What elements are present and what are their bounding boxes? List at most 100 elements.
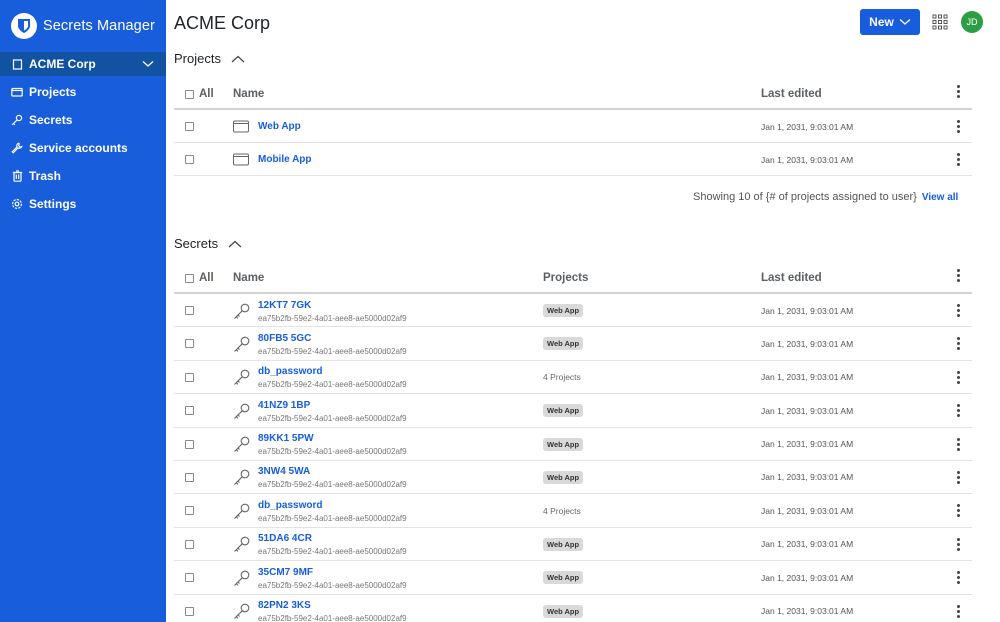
project-badge[interactable]: Web App <box>543 470 584 484</box>
table-row[interactable]: 41NZ9 1BP ea75b2fb-59e2-4a01-aee8-ae5000… <box>174 394 972 428</box>
table-row[interactable]: db_password ea75b2fb-59e2-4a01-aee8-ae50… <box>174 494 972 528</box>
row-menu-icon[interactable] <box>956 370 960 384</box>
projects-section-toggle[interactable]: Projects <box>174 51 245 66</box>
sidebar-item-projects[interactable]: Projects <box>0 78 166 106</box>
secret-name-link[interactable]: db_password <box>258 500 322 511</box>
project-badge[interactable]: Web App <box>543 537 584 551</box>
secret-name-link[interactable]: 89KK1 5PW <box>258 433 314 444</box>
row-menu-icon[interactable] <box>956 470 960 484</box>
wrench-icon <box>11 142 23 154</box>
project-count: 4 Projects <box>543 505 581 516</box>
row-menu-icon[interactable] <box>956 304 960 317</box>
row-checkbox[interactable] <box>185 573 194 583</box>
secret-id: ea75b2fb-59e2-4a01-aee8-ae5000d02af9 <box>258 580 407 590</box>
secret-id: ea75b2fb-59e2-4a01-aee8-ae5000d02af9 <box>258 380 407 390</box>
table-row[interactable]: 51DA6 4CR ea75b2fb-59e2-4a01-aee8-ae5000… <box>174 528 972 562</box>
row-menu-icon[interactable] <box>956 120 960 133</box>
gear-icon <box>11 198 23 210</box>
secrets-header-menu-icon[interactable] <box>956 269 960 282</box>
row-checkbox[interactable] <box>185 372 194 382</box>
table-row[interactable]: 12KT7 7GK ea75b2fb-59e2-4a01-aee8-ae5000… <box>174 294 972 328</box>
table-row[interactable]: Mobile App Jan 1, 2031, 9:03:01 AM <box>174 143 972 176</box>
project-name-link[interactable]: Mobile App <box>258 143 312 176</box>
row-menu-icon[interactable] <box>956 504 960 518</box>
row-checkbox[interactable] <box>185 406 194 416</box>
row-checkbox[interactable] <box>185 506 194 516</box>
select-all-checkbox[interactable] <box>185 89 194 99</box>
secrets-table-header: All Name Projects Last edited <box>174 262 972 294</box>
project-badge[interactable]: Web App <box>543 404 584 418</box>
row-menu-icon[interactable] <box>956 537 960 551</box>
project-badge[interactable]: Web App <box>543 437 584 451</box>
sidebar-item-service-accounts[interactable]: Service accounts <box>0 134 166 162</box>
column-last-edited[interactable]: Last edited <box>761 78 822 110</box>
table-row[interactable]: Web App Jan 1, 2031, 9:03:01 AM <box>174 110 972 143</box>
view-all-link[interactable]: View all <box>922 192 959 203</box>
project-badge[interactable]: Web App <box>543 571 584 585</box>
secrets-section-toggle[interactable]: Secrets <box>174 236 242 251</box>
column-name[interactable]: Name <box>233 262 264 294</box>
row-checkbox[interactable] <box>185 472 194 482</box>
showing-text: Showing 10 of {# of projects assigned to… <box>693 191 917 203</box>
row-menu-icon[interactable] <box>956 571 960 585</box>
secret-name-link[interactable]: 80FB5 5GC <box>258 333 311 344</box>
select-all[interactable]: All <box>185 78 214 110</box>
table-row[interactable]: 89KK1 5PW ea75b2fb-59e2-4a01-aee8-ae5000… <box>174 428 972 461</box>
row-menu-icon[interactable] <box>956 604 960 618</box>
last-edited-date: Jan 1, 2031, 9:03:01 AM <box>761 472 854 483</box>
secret-name-link[interactable]: db_password <box>258 366 322 377</box>
row-checkbox[interactable] <box>185 439 194 449</box>
row-menu-icon[interactable] <box>956 437 960 451</box>
project-badge[interactable]: Web App <box>543 337 584 351</box>
key-icon <box>233 361 251 394</box>
column-last-edited[interactable]: Last edited <box>761 262 822 294</box>
project-name-link[interactable]: Web App <box>258 110 301 143</box>
secret-name-link[interactable]: 41NZ9 1BP <box>258 400 310 411</box>
sidebar-item-label: Trash <box>29 169 62 183</box>
project-count: 4 Projects <box>543 372 581 383</box>
table-row[interactable]: db_password ea75b2fb-59e2-4a01-aee8-ae50… <box>174 361 972 395</box>
secret-name-link[interactable]: 3NW4 5WA <box>258 466 310 477</box>
select-all-checkbox[interactable] <box>185 273 194 283</box>
secret-name-link[interactable]: 12KT7 7GK <box>258 300 311 311</box>
column-name[interactable]: Name <box>233 78 264 110</box>
org-switcher[interactable]: ACME Corp <box>0 52 166 76</box>
secret-name-link[interactable]: 51DA6 4CR <box>258 533 312 544</box>
row-checkbox[interactable] <box>185 155 194 164</box>
table-row[interactable]: 82PN2 3KS ea75b2fb-59e2-4a01-aee8-ae5000… <box>174 595 972 622</box>
select-all[interactable]: All <box>185 262 214 294</box>
row-menu-icon[interactable] <box>956 404 960 418</box>
secret-id: ea75b2fb-59e2-4a01-aee8-ae5000d02af9 <box>258 313 407 323</box>
shield-logo-icon <box>11 13 37 39</box>
key-icon <box>11 114 23 126</box>
new-button[interactable]: New <box>860 9 920 35</box>
row-checkbox[interactable] <box>185 122 194 131</box>
projects-table: All Name Last edited Web App Jan 1, 2031… <box>174 78 972 176</box>
brand[interactable]: Secrets Manager <box>0 0 166 52</box>
folder-icon <box>11 86 23 98</box>
row-checkbox[interactable] <box>185 539 194 549</box>
row-menu-icon[interactable] <box>956 153 960 166</box>
table-row[interactable]: 80FB5 5GC ea75b2fb-59e2-4a01-aee8-ae5000… <box>174 327 972 361</box>
project-badge[interactable]: Web App <box>543 604 584 618</box>
row-checkbox[interactable] <box>185 606 194 616</box>
row-checkbox[interactable] <box>185 339 194 349</box>
row-checkbox[interactable] <box>185 306 194 315</box>
secret-id: ea75b2fb-59e2-4a01-aee8-ae5000d02af9 <box>258 547 407 557</box>
last-edited-date: Jan 1, 2031, 9:03:01 AM <box>761 372 854 383</box>
sidebar-item-trash[interactable]: Trash <box>0 162 166 190</box>
secret-name-link[interactable]: 82PN2 3KS <box>258 600 311 611</box>
secret-id: ea75b2fb-59e2-4a01-aee8-ae5000d02af9 <box>258 614 407 622</box>
table-row[interactable]: 3NW4 5WA ea75b2fb-59e2-4a01-aee8-ae5000d… <box>174 461 972 495</box>
sidebar-item-secrets[interactable]: Secrets <box>0 106 166 134</box>
avatar[interactable]: JD <box>961 11 983 33</box>
sidebar-item-settings[interactable]: Settings <box>0 190 166 218</box>
secret-name-link[interactable]: 35CM7 9MF <box>258 567 313 578</box>
last-edited-date: Jan 1, 2031, 9:03:01 AM <box>761 305 854 316</box>
product-switcher-grid-icon[interactable] <box>932 14 948 30</box>
table-row[interactable]: 35CM7 9MF ea75b2fb-59e2-4a01-aee8-ae5000… <box>174 561 972 595</box>
project-badge[interactable]: Web App <box>543 304 584 317</box>
projects-header-menu-icon[interactable] <box>956 85 960 98</box>
row-menu-icon[interactable] <box>956 337 960 351</box>
column-projects[interactable]: Projects <box>543 262 588 294</box>
